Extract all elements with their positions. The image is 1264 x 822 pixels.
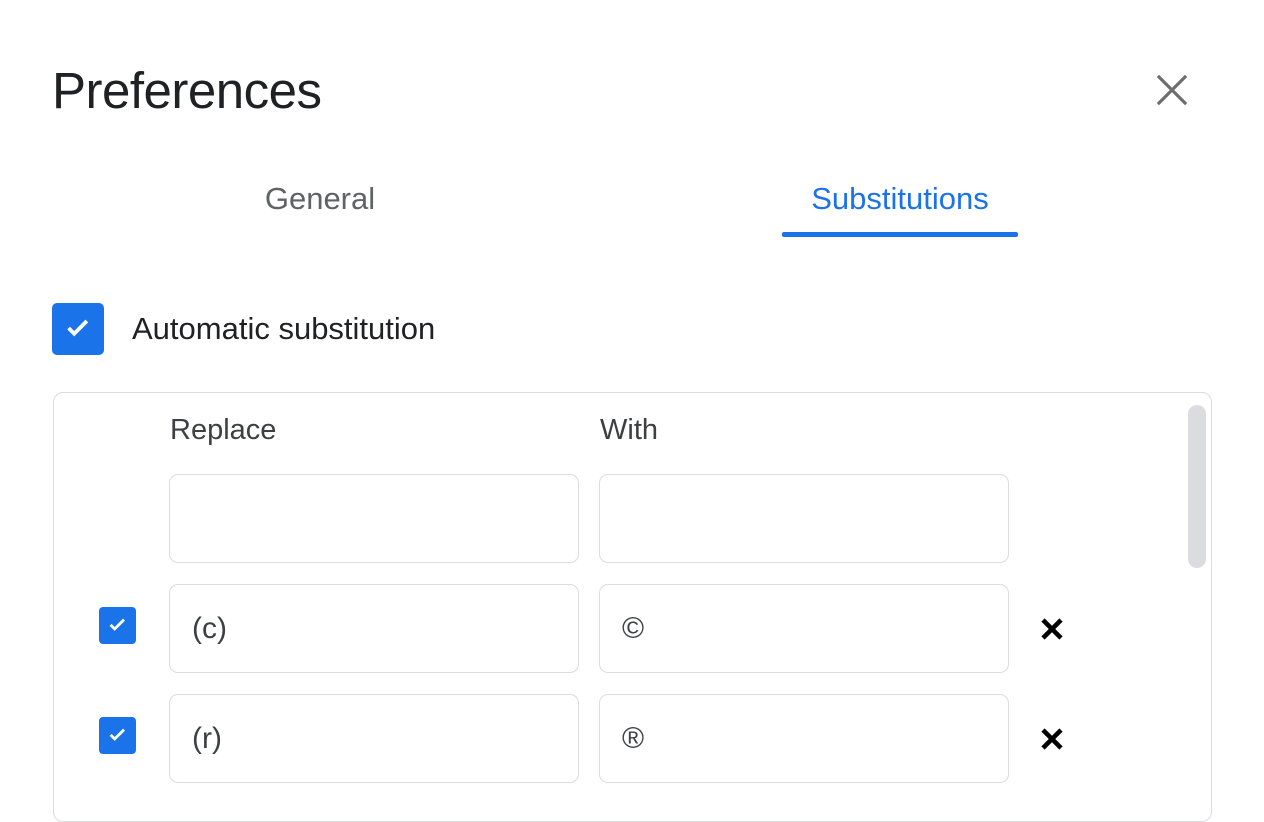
automatic-substitution-row[interactable]: Automatic substitution: [52, 300, 435, 358]
checkmark-icon: [61, 312, 95, 346]
tab-bar: General Substitutions: [0, 178, 1264, 242]
column-header-replace: Replace: [170, 414, 277, 446]
substitutions-panel: Replace With: [53, 392, 1212, 822]
automatic-substitution-checkbox[interactable]: [52, 303, 104, 355]
page-title: Preferences: [52, 62, 322, 119]
tab-general[interactable]: General: [180, 178, 460, 242]
checkmark-icon: [105, 613, 130, 638]
checkmark-icon: [105, 723, 130, 748]
automatic-substitution-label: Automatic substitution: [132, 311, 436, 346]
table-row: [54, 461, 1211, 571]
table-row: [54, 681, 1211, 791]
table-row: [54, 571, 1211, 681]
close-button[interactable]: [1144, 62, 1200, 118]
delete-substitution-button[interactable]: [1032, 613, 1072, 645]
column-header-with: With: [600, 414, 658, 446]
tab-general-label: General: [264, 181, 376, 216]
substitution-replace-input[interactable]: [169, 474, 579, 563]
substitution-with-input[interactable]: [599, 584, 1009, 673]
substitutions-rows: [54, 461, 1211, 821]
close-bold-icon: [1039, 726, 1065, 752]
substitution-with-input[interactable]: [599, 474, 1009, 563]
substitution-enabled-checkbox[interactable]: [99, 717, 136, 754]
substitutions-table-header: Replace With: [54, 393, 1211, 461]
substitution-replace-input[interactable]: [169, 694, 579, 783]
close-bold-icon: [1039, 616, 1065, 642]
substitution-with-input[interactable]: [599, 694, 1009, 783]
dialog-header: Preferences: [0, 0, 1264, 150]
substitution-replace-input[interactable]: [169, 584, 579, 673]
substitution-enabled-checkbox[interactable]: [99, 607, 136, 644]
close-icon: [1153, 71, 1191, 109]
vertical-scrollbar[interactable]: [1188, 399, 1206, 817]
delete-substitution-button[interactable]: [1032, 723, 1072, 755]
tab-active-indicator: [782, 232, 1018, 237]
scrollbar-thumb[interactable]: [1188, 405, 1206, 568]
tab-substitutions-label: Substitutions: [811, 181, 989, 216]
preferences-dialog: Preferences General Substitutions Automa…: [0, 0, 1264, 822]
